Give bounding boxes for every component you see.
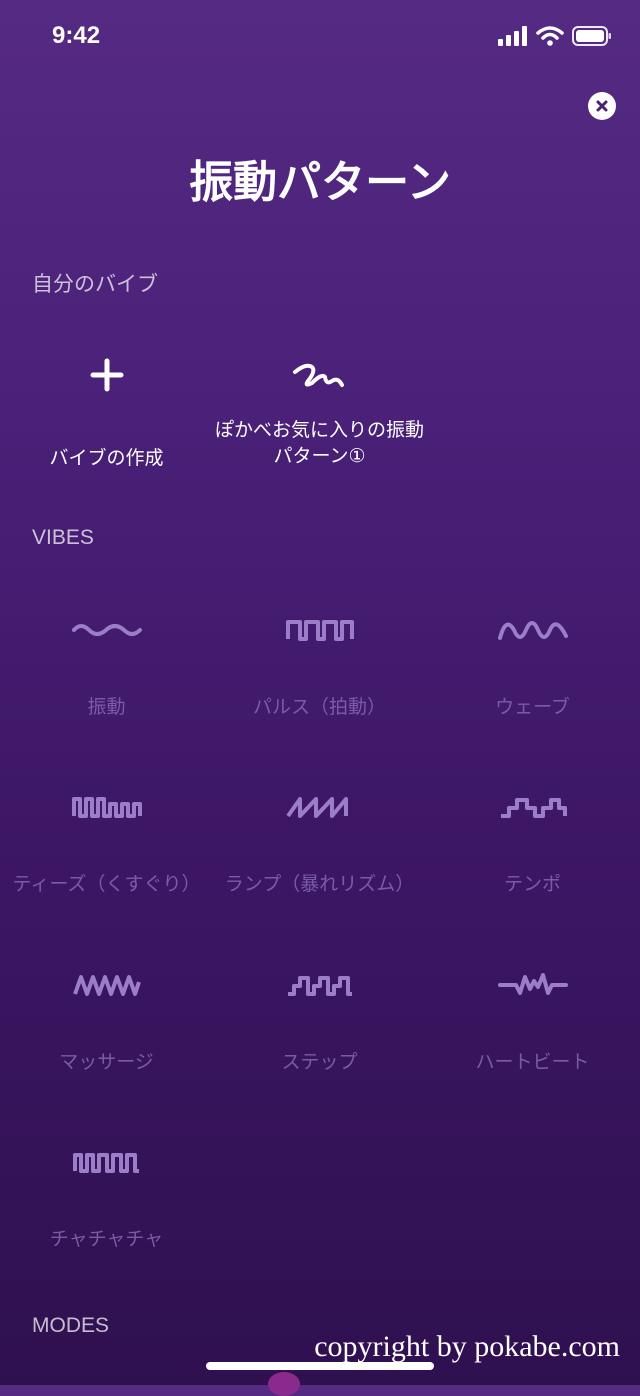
vibe-label: 振動 bbox=[87, 696, 126, 718]
tempo-icon bbox=[500, 798, 567, 818]
close-icon bbox=[596, 100, 608, 112]
vibe-label: ウェーブ bbox=[495, 696, 570, 718]
section-label-modes: MODES bbox=[32, 1314, 110, 1337]
create-vibe-button[interactable]: バイブの作成 bbox=[0, 355, 213, 471]
status-bar: 9:42 bbox=[0, 0, 640, 80]
vibe-label: ステップ bbox=[281, 1051, 358, 1073]
vibe-item-vibration[interactable]: 振動 bbox=[0, 610, 213, 720]
create-vibe-label: バイブの作成 bbox=[49, 447, 164, 469]
vibe-item-pulse[interactable]: パルス（拍動） bbox=[213, 610, 426, 720]
vibe-label: テンポ bbox=[503, 873, 561, 895]
vibe-item-wave[interactable]: ウェーブ bbox=[426, 610, 639, 720]
tease-icon bbox=[71, 797, 142, 818]
ramp-icon bbox=[285, 797, 348, 818]
vibe-label: ティーズ（くすぐり） bbox=[12, 873, 201, 895]
wifi-icon bbox=[536, 26, 564, 46]
vibe-label: ランプ（暴れリズム） bbox=[224, 873, 415, 895]
vibe-item-massage[interactable]: マッサージ bbox=[0, 965, 213, 1075]
pulse-icon bbox=[285, 620, 354, 641]
vibe-label: マッサージ bbox=[59, 1051, 154, 1073]
vibe-label: パルス（拍動） bbox=[252, 696, 386, 718]
wave-small-icon bbox=[71, 624, 142, 636]
vibe-item-chachacha[interactable]: チャチャチャ bbox=[0, 1142, 213, 1252]
wave-icon bbox=[497, 621, 568, 640]
vibe-label: ハートビート bbox=[475, 1051, 590, 1073]
massage-icon bbox=[72, 975, 141, 996]
status-icons bbox=[498, 26, 612, 46]
battery-icon bbox=[572, 26, 611, 46]
favorite-pattern-label: ぽかべお気に入りの振動パターン① bbox=[214, 419, 424, 467]
mode-indicator-dot bbox=[268, 1372, 300, 1396]
favorite-pattern-button[interactable]: ぽかべお気に入りの振動パターン① bbox=[213, 355, 426, 469]
vibe-item-tempo[interactable]: テンポ bbox=[426, 787, 639, 897]
step-icon bbox=[287, 976, 352, 996]
heartbeat-icon bbox=[497, 973, 568, 995]
close-button[interactable] bbox=[588, 92, 616, 120]
vibe-item-step[interactable]: ステップ bbox=[213, 965, 426, 1075]
section-label-mine: 自分のバイブ bbox=[32, 273, 158, 296]
vibe-item-ramp[interactable]: ランプ（暴れリズム） bbox=[213, 787, 426, 897]
chachacha-icon bbox=[72, 1153, 139, 1173]
vibe-item-tease[interactable]: ティーズ（くすぐり） bbox=[0, 787, 213, 897]
status-time: 9:42 bbox=[52, 22, 101, 49]
page-title: 振動パターン bbox=[189, 157, 451, 208]
vibe-item-heartbeat[interactable]: ハートビート bbox=[426, 965, 639, 1075]
vibe-label: チャチャチャ bbox=[49, 1228, 164, 1250]
plus-icon bbox=[90, 358, 123, 392]
signal-icon bbox=[498, 26, 527, 46]
home-indicator[interactable] bbox=[206, 1362, 434, 1370]
section-label-vibes: VIBES bbox=[32, 526, 94, 549]
copyright-watermark: copyright by pokabe.com bbox=[314, 1330, 620, 1363]
squiggle-icon bbox=[292, 363, 344, 387]
